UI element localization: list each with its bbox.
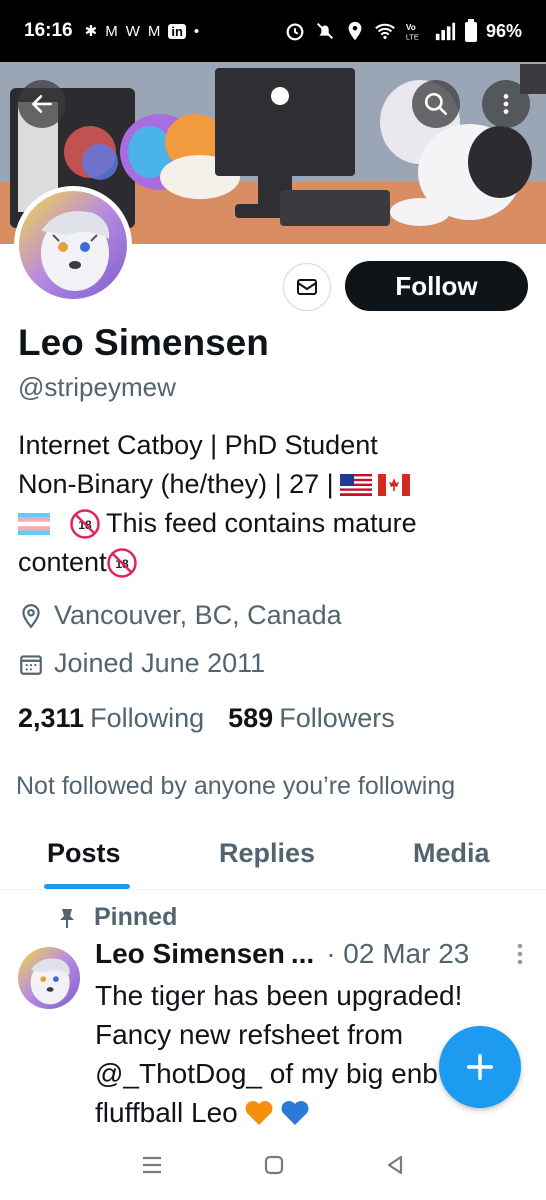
post-text-line: fluffball Leo: [95, 1097, 238, 1128]
canada-flag-icon: [377, 473, 410, 496]
following-label: Following: [90, 703, 205, 733]
following-count: 2,311: [18, 703, 85, 733]
follow-button[interactable]: Follow: [345, 261, 528, 311]
location-icon: [348, 21, 362, 41]
calendar-icon: [20, 654, 42, 675]
bio-line: Non-Binary (he/they) | 27 |: [18, 465, 528, 504]
dot-icon: •: [193, 22, 200, 40]
post-header: Leo Simensen ... · 02 Mar 23: [95, 938, 525, 970]
bio-line: 18 This feed contains mature: [18, 504, 528, 543]
mail-icon: [297, 279, 317, 295]
profile-bio: Internet Catboy | PhD Student Non-Binary…: [18, 426, 528, 582]
battery-icon: [464, 19, 477, 42]
wifi-icon: [375, 23, 395, 40]
orange-heart-icon: [245, 1100, 273, 1125]
notification-icons: ✱ M W M in •: [84, 22, 200, 41]
message-button[interactable]: [283, 263, 331, 311]
mute-icon: [316, 22, 334, 40]
no-under-18-icon: 18: [106, 547, 137, 578]
post-author[interactable]: Leo Simensen: [95, 938, 285, 970]
svg-text:Vo: Vo: [406, 23, 416, 32]
post-more-icon[interactable]: [515, 941, 525, 967]
location-pin-icon: [22, 603, 40, 628]
more-options-button[interactable]: [482, 80, 530, 128]
post-avatar[interactable]: [18, 947, 80, 1009]
alarm-icon: [286, 23, 304, 41]
us-flag-icon: [339, 473, 372, 496]
tab-posts[interactable]: Posts: [47, 838, 121, 869]
battery-percent: 96%: [485, 20, 522, 41]
display-name: Leo Simensen: [18, 322, 269, 363]
status-bar: 16:16 ✱ M W M in • Vo LTE 96%: [0, 0, 546, 62]
search-icon: [424, 92, 448, 116]
post-author-truncation: ...: [290, 938, 315, 969]
status-time: 16:16: [24, 20, 73, 41]
plus-icon: [466, 1053, 494, 1081]
no-under-18-icon: 18: [70, 508, 100, 539]
mutual-followers-note: Not followed by anyone you’re following: [16, 772, 456, 800]
compose-post-button[interactable]: [439, 1026, 521, 1108]
pinned-indicator: Pinned: [58, 903, 177, 932]
tab-replies[interactable]: Replies: [219, 838, 315, 869]
bio-text: Internet Catboy | PhD Student: [18, 430, 378, 460]
slack-icon: ✱: [84, 23, 98, 40]
blue-heart-icon: [281, 1100, 309, 1125]
post-text-line: The tiger has been upgraded!: [95, 980, 463, 1011]
profile-handle: @stripeymew: [18, 372, 176, 402]
more-vertical-icon: [503, 94, 509, 114]
followers-count: 589: [228, 703, 274, 733]
following-link[interactable]: 2,311 Following: [18, 703, 204, 734]
avatar-image: [19, 191, 127, 299]
linkedin-icon: in: [168, 23, 186, 39]
home-icon[interactable]: [263, 1154, 285, 1176]
joined-text: Joined June 2011: [54, 648, 266, 678]
location-text: Vancouver, BC, Canada: [54, 600, 342, 630]
profile-location: Vancouver, BC, Canada: [18, 600, 342, 631]
system-icons: Vo LTE 96%: [284, 19, 522, 43]
active-tab-indicator: [44, 884, 130, 889]
gmail-icon: M: [147, 22, 161, 40]
bio-text: Non-Binary (he/they) | 27 |: [18, 469, 334, 499]
signal-icon: [435, 22, 456, 41]
recent-apps-icon[interactable]: [140, 1154, 164, 1176]
bio-text: This feed contains mature: [106, 508, 417, 538]
profile-joined: Joined June 2011: [18, 648, 265, 679]
bio-text: content: [18, 547, 107, 577]
profile-tabs: Posts Replies Media: [0, 832, 546, 890]
svg-text:LTE: LTE: [406, 32, 419, 41]
pin-icon: [60, 908, 74, 928]
back-button[interactable]: [18, 80, 66, 128]
system-nav-bar: [0, 1130, 546, 1200]
back-nav-icon[interactable]: [384, 1154, 406, 1176]
bio-line: content 18: [18, 543, 528, 582]
bio-line: Internet Catboy | PhD Student: [18, 426, 528, 465]
pinned-label: Pinned: [94, 903, 178, 931]
gmail-icon: M: [105, 22, 118, 40]
w-icon: W: [125, 22, 140, 40]
trans-flag-icon: [18, 512, 50, 535]
profile-avatar[interactable]: [14, 186, 132, 304]
followers-label: Followers: [279, 703, 395, 733]
arrow-left-icon: [32, 95, 52, 113]
followers-link[interactable]: 589 Followers: [228, 703, 395, 734]
post-text-line-last: fluffball Leo: [95, 1093, 515, 1132]
post-date[interactable]: · 02 Mar 23: [326, 938, 469, 970]
volte-icon: VoLTE: [406, 23, 419, 41]
profile-stats: 2,311 Following 589 Followers: [18, 703, 395, 734]
tab-media[interactable]: Media: [413, 838, 490, 869]
search-button[interactable]: [412, 80, 460, 128]
